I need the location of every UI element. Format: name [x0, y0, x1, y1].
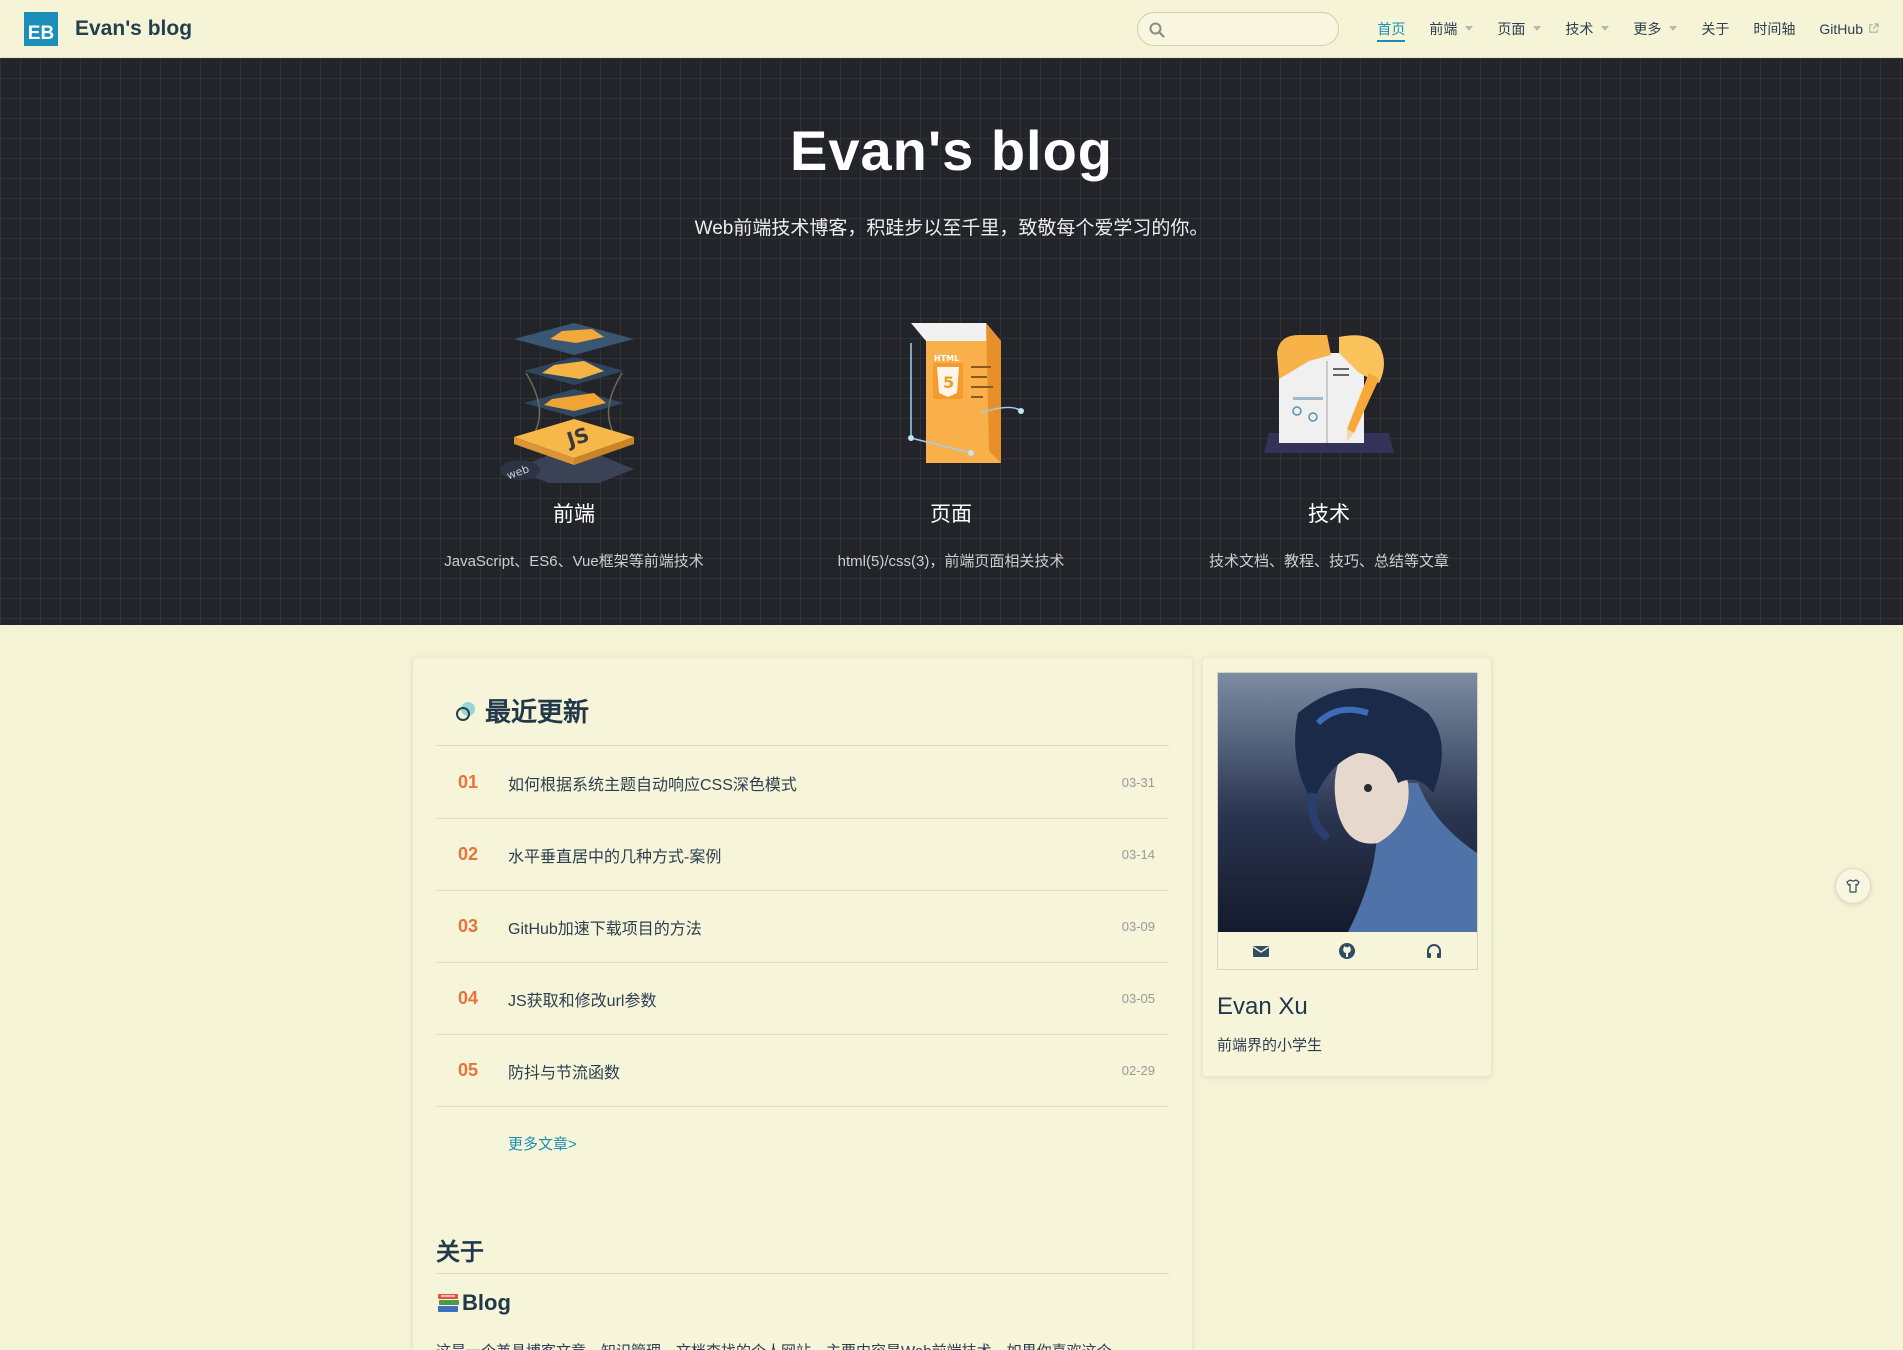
contact-bar	[1218, 932, 1477, 969]
site-name[interactable]: Evan's blog	[75, 17, 192, 41]
post-list: 01 如何根据系统主题自动响应CSS深色模式 03-31 02 水平垂直居中的几…	[436, 747, 1169, 1107]
post-title-link[interactable]: JS获取和修改url参数	[508, 987, 656, 1011]
about-title: 关于	[436, 1239, 484, 1266]
theme-toggle-button[interactable]	[1835, 868, 1871, 904]
post-title-link[interactable]: GitHub加速下载项目的方法	[508, 915, 702, 939]
post-item[interactable]: 05 防抖与节流函数 02-29	[436, 1035, 1169, 1107]
about-paragraph: 这是一个兼具博客文章、知识管理、文档查找的个人网站，主要内容是Web前端技术。如…	[436, 1340, 1171, 1350]
nav-item-more[interactable]: 更多	[1633, 0, 1678, 58]
post-date: 03-31	[1121, 775, 1155, 790]
nav-item-pages[interactable]: 页面	[1497, 0, 1542, 58]
nav-item-label: 页面	[1497, 20, 1526, 37]
hero-description: Web前端技术博客，积跬步以至千里，致敬每个爱学习的你。	[694, 218, 1209, 239]
post-title-link[interactable]: 水平垂直居中的几种方式-案例	[508, 843, 721, 867]
feature-pages[interactable]: 5 HTML 页面 html(5)/css(3)，前端页面相关技术	[801, 313, 1101, 571]
updates-icon	[456, 702, 475, 721]
search-box	[1137, 11, 1340, 46]
js-layers-icon: JS web	[500, 323, 634, 493]
nav-item-frontend[interactable]: 前端	[1429, 0, 1474, 58]
books-icon	[438, 1294, 459, 1312]
nav-item-timeline[interactable]: 时间轴	[1753, 0, 1795, 58]
external-link-icon	[1869, 23, 1879, 33]
post-number: 01	[458, 772, 479, 792]
post-number: 05	[458, 1060, 479, 1080]
caret-down-icon	[1533, 26, 1542, 31]
feature-title: 页面	[930, 503, 972, 526]
post-item[interactable]: 03 GitHub加速下载项目的方法 03-09	[436, 891, 1169, 963]
navbar: EB Evan's blog 首页 前端 页面 技术 更多 关于 时间轴 Git…	[0, 0, 1903, 58]
post-title-link[interactable]: 如何根据系统主题自动响应CSS深色模式	[508, 771, 797, 795]
profile-bio: 前端界的小学生	[1217, 1037, 1323, 1054]
book-pencil-icon	[1264, 335, 1394, 453]
nav-item-home[interactable]: 首页	[1377, 0, 1406, 58]
caret-down-icon	[1465, 26, 1474, 31]
caret-down-icon	[1601, 26, 1610, 31]
email-icon[interactable]	[1252, 942, 1270, 960]
feature-title: 前端	[553, 503, 595, 526]
post-date: 03-05	[1121, 991, 1155, 1006]
site-logo[interactable]: EB	[24, 11, 58, 46]
nav-item-label: 技术	[1565, 20, 1594, 37]
nav-item-label: 首页	[1377, 20, 1406, 37]
post-item[interactable]: 04 JS获取和修改url参数 03-05	[436, 963, 1169, 1035]
nav-item-github[interactable]: GitHub	[1819, 0, 1879, 58]
post-date: 03-09	[1121, 919, 1155, 934]
recent-updates-title: 最近更新	[485, 697, 590, 727]
svg-text:5: 5	[943, 373, 954, 392]
search-icon	[1149, 22, 1166, 38]
more-articles-link[interactable]: 更多文章>	[508, 1133, 577, 1154]
html-badge: HTML	[934, 354, 959, 363]
blog-subtitle: Blog	[462, 1290, 511, 1315]
post-item[interactable]: 02 水平垂直居中的几种方式-案例 03-14	[436, 819, 1169, 891]
profile-card: Evan Xu 前端界的小学生	[1202, 657, 1492, 1077]
feature-desc: JavaScript、ES6、Vue框架等前端技术	[444, 553, 704, 570]
nav-item-about[interactable]: 关于	[1701, 0, 1729, 58]
search-input[interactable]	[1138, 12, 1339, 45]
post-number: 04	[458, 988, 479, 1008]
post-title-link[interactable]: 防抖与节流函数	[508, 1059, 620, 1083]
nav-right: 首页 前端 页面 技术 更多 关于 时间轴 GitHub	[1137, 0, 1879, 58]
hero-title: Evan's blog	[789, 119, 1114, 182]
post-date: 02-29	[1121, 1063, 1155, 1078]
post-number: 03	[458, 916, 479, 936]
blog-subheading: Blog	[436, 1290, 511, 1316]
hero-banner: Evan's blog Web前端技术博客，积跬步以至千里，致敬每个爱学习的你。…	[0, 58, 1903, 625]
feature-desc: html(5)/css(3)，前端页面相关技术	[837, 553, 1065, 570]
post-item[interactable]: 01 如何根据系统主题自动响应CSS深色模式 03-31	[436, 747, 1169, 819]
github-icon[interactable]	[1338, 942, 1356, 960]
feature-frontend[interactable]: JS web 前端 JavaScript、ES6、Vue框架等前端技术	[424, 313, 724, 571]
shirt-icon	[1846, 879, 1860, 893]
feature-tech[interactable]: 技术 技术文档、教程、技巧、总结等文章	[1179, 313, 1479, 571]
avatar	[1218, 673, 1477, 932]
nav-item-label: 时间轴	[1753, 20, 1796, 37]
post-date: 03-14	[1121, 847, 1155, 862]
headphones-icon[interactable]	[1425, 942, 1443, 960]
nav-item-label: 更多	[1633, 20, 1662, 37]
nav-item-label: GitHub	[1819, 20, 1863, 37]
feature-title: 技术	[1308, 503, 1350, 526]
post-number: 02	[458, 844, 479, 864]
recent-updates-header: 最近更新	[436, 692, 1169, 746]
nav-item-label: 关于	[1701, 20, 1730, 37]
avatar-frame	[1217, 672, 1478, 970]
html5-page-icon: 5 HTML	[908, 323, 1024, 463]
nav-item-tech[interactable]: 技术	[1565, 0, 1610, 58]
feature-desc: 技术文档、教程、技巧、总结等文章	[1208, 553, 1449, 570]
recent-updates-card: 最近更新 01 如何根据系统主题自动响应CSS深色模式 03-31 02 水平垂…	[412, 657, 1193, 1350]
profile-name: Evan Xu	[1217, 993, 1308, 1020]
caret-down-icon	[1669, 26, 1678, 31]
about-header: 关于	[436, 1232, 1169, 1274]
nav-item-label: 前端	[1429, 20, 1458, 37]
